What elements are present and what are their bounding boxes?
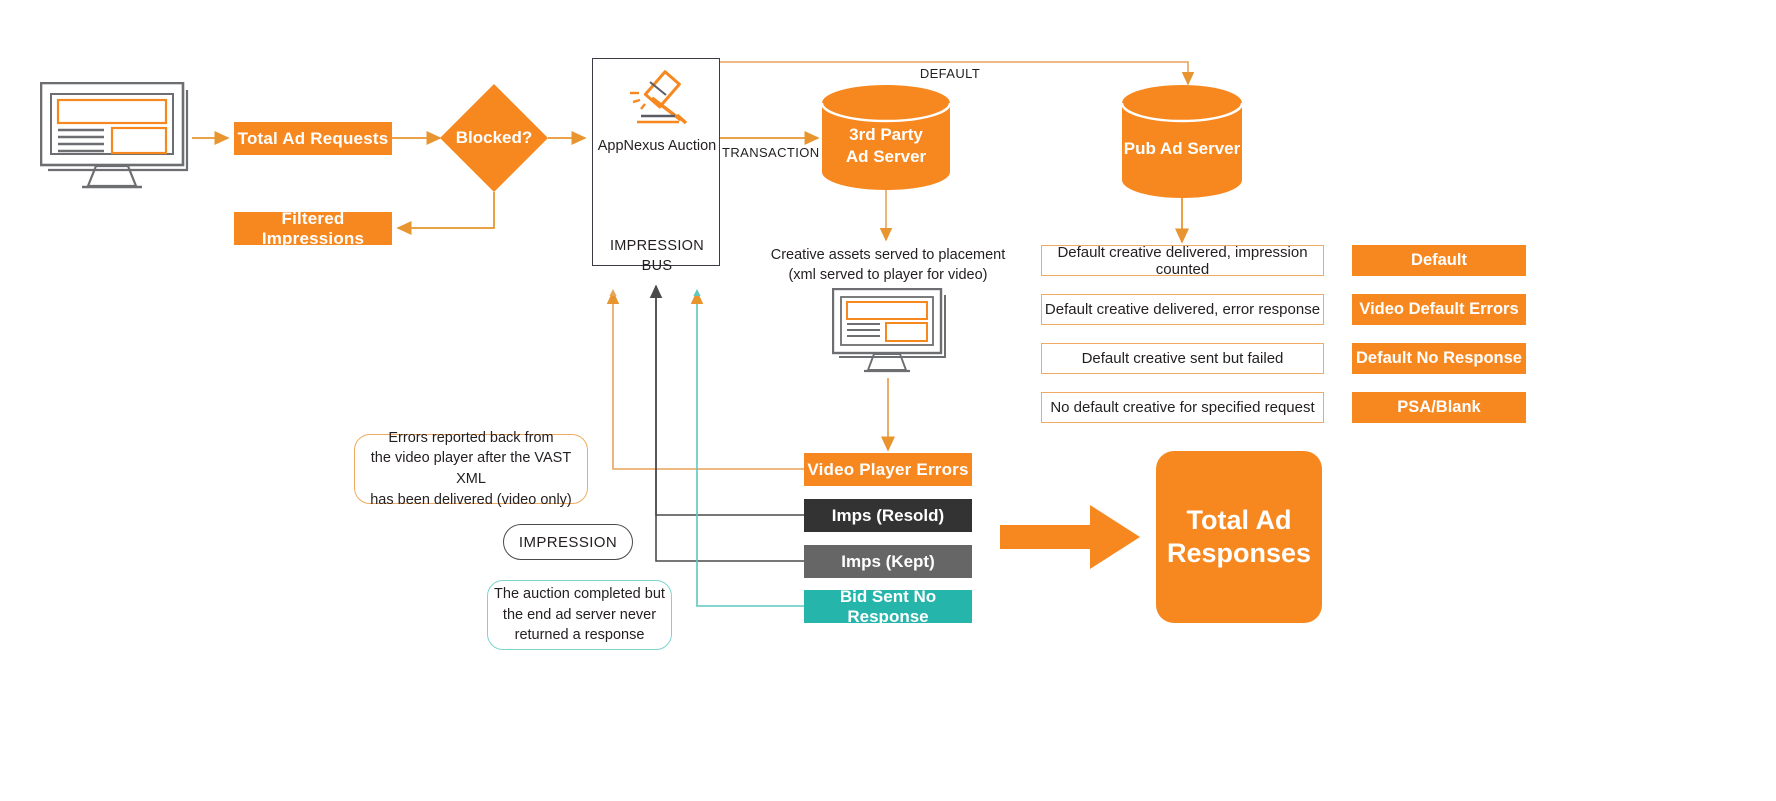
no-response-callout: The auction completed but the end ad ser… [487,580,672,650]
outcome-bar-label: Bid Sent No Response [839,586,937,626]
outcome-bar-imps-kept[interactable]: Imps (Kept) [804,545,972,578]
transaction-label: TRANSACTION [722,143,820,161]
creative-assets-line1: Creative assets served to placement [770,247,1006,263]
outcome-bar-video-player-errors[interactable]: Video Player Errors [804,453,972,486]
legend-label: Default No Response [1356,349,1522,367]
outcome-bar-imps-resold[interactable]: Imps (Resold) [804,499,972,532]
third-party-line1: 3rd Party [849,125,923,145]
total-ad-responses-line2: Responses [1166,538,1312,568]
outcome-bar-bid-sent-no-response[interactable]: Bid Sent No Response [804,587,972,626]
third-party-line2: Ad Server [845,146,927,166]
default-outcome-label: Default creative sent but failed [1081,350,1284,367]
impression-pill: IMPRESSION [503,524,633,560]
no-response-line1: The auction completed but [494,586,665,603]
impression-bus-label: IMPRESSION BUS [609,238,705,274]
outcome-bar-label: Imps (Kept) [841,551,935,571]
default-outcome-label: Default creative delivered, impression c… [1057,243,1308,278]
outcome-bar-label: Imps (Resold) [831,505,945,525]
legend-item-default[interactable]: Default [1352,245,1526,276]
no-response-line2: the end ad server never [502,606,657,623]
blocked-decision-diamond[interactable]: Blocked? [440,84,548,192]
legend-item-video-default-errors[interactable]: Video Default Errors [1352,294,1526,325]
impression-pill-label: IMPRESSION [518,533,618,551]
gavel-icon [619,69,697,131]
placement-monitor [831,287,952,380]
filtered-impressions-box[interactable]: Filtered Impressions [234,209,392,248]
default-outcome-row[interactable]: Default creative sent but failed [1041,343,1324,374]
total-ad-responses-box[interactable]: Total Ad Responses [1156,451,1322,623]
video-errors-callout: Errors reported back from the video play… [354,430,588,508]
pub-ad-server-cylinder[interactable]: Pub Ad Server [1120,85,1244,198]
total-ad-responses-line1: Total Ad [1186,505,1292,536]
creative-assets-note: Creative assets served to placement (xml… [766,246,1010,285]
filtered-impressions-label: Filtered Impressions [261,208,365,248]
default-text: DEFAULT [919,65,981,81]
legend-label: Default [1411,251,1467,269]
creative-assets-line2: (xml served to player for video) [788,266,988,283]
legend-label: Video Default Errors [1359,300,1519,318]
default-outcome-label: No default creative for specified reques… [1050,399,1315,416]
video-errors-line1: Errors reported back from [388,429,554,446]
publisher-page-monitor [39,81,195,197]
third-party-ad-server-label: 3rd Party Ad Server [822,85,950,190]
impression-bus-box[interactable]: AppNexus Auction IMPRESSION BUS [592,58,720,274]
default-outcome-row[interactable]: No default creative for specified reques… [1041,392,1324,423]
appnexus-auction-label: AppNexus Auction [597,138,717,154]
transaction-text: TRANSACTION [722,144,820,160]
blocked-decision-label: Blocked? [455,128,533,147]
default-outcome-row[interactable]: Default creative delivered, error respon… [1041,294,1324,325]
outcome-bar-label: Video Player Errors [807,459,969,479]
legend-label: PSA/Blank [1397,398,1481,416]
third-party-ad-server-cylinder[interactable]: 3rd Party Ad Server [820,85,952,190]
default-route-label: DEFAULT [900,64,1000,82]
video-errors-line2: the video player after the VAST XML [370,450,572,487]
legend-item-psa-blank[interactable]: PSA/Blank [1352,392,1526,423]
default-outcome-label: Default creative delivered, error respon… [1044,301,1321,318]
diagram-canvas: Total Ad Requests Filtered Impressions B… [0,0,1776,801]
legend-item-default-no-response[interactable]: Default No Response [1352,343,1526,374]
total-ad-requests-label: Total Ad Requests [237,128,389,148]
video-errors-line3: has been delivered (video only) [370,491,572,508]
default-outcome-row[interactable]: Default creative delivered, impression c… [1041,243,1324,278]
pub-ad-server-label: Pub Ad Server [1123,138,1241,158]
total-ad-requests-box[interactable]: Total Ad Requests [234,122,392,155]
no-response-line3: returned a response [514,627,645,644]
